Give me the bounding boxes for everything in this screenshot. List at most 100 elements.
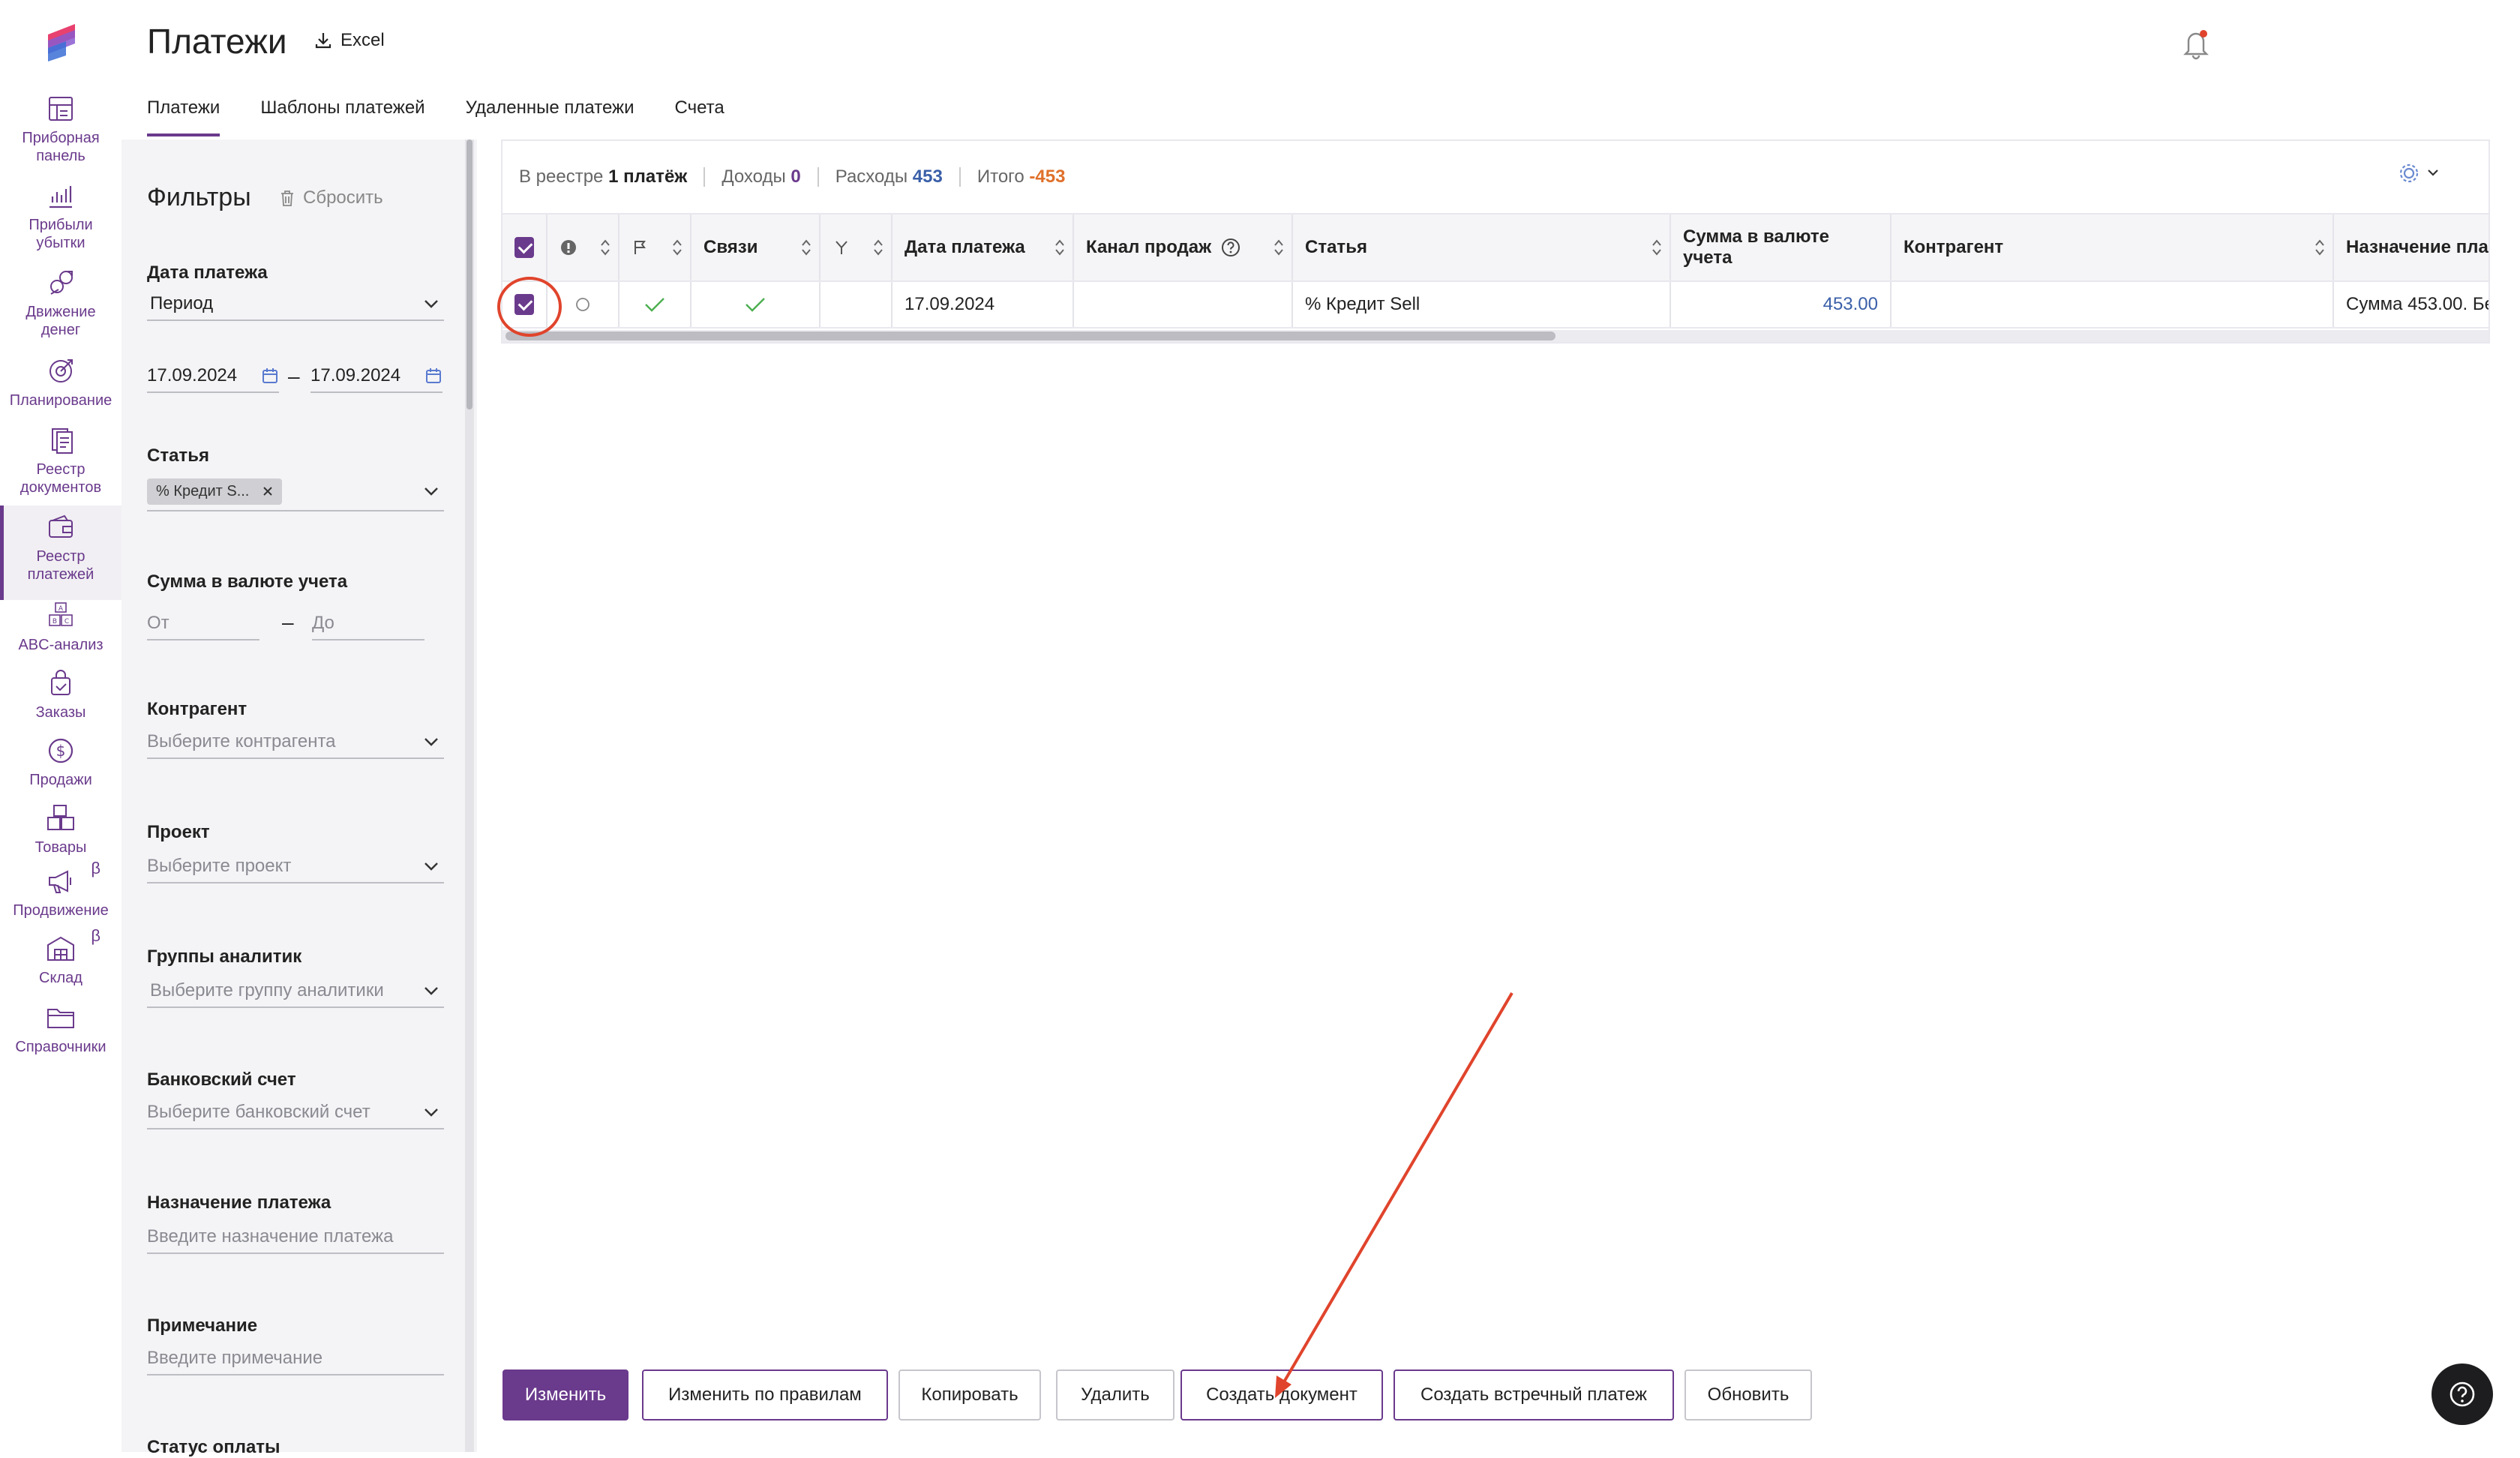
- sort-icon: [1274, 239, 1283, 256]
- bell-icon[interactable]: [2181, 27, 2211, 60]
- close-icon[interactable]: [262, 486, 273, 496]
- flag-icon: [634, 241, 646, 254]
- table-row[interactable]: 17.09.2024 % Кредит Sell 453.00 Сумма 45…: [502, 282, 2488, 328]
- sidebar-item-wallet[interactable]: Реестр платежей: [0, 506, 122, 600]
- split-col-header[interactable]: [820, 214, 892, 280]
- sort-icon: [802, 239, 811, 256]
- tab-payments[interactable]: Платежи: [147, 98, 220, 136]
- channel-col-header[interactable]: Канал продаж: [1074, 214, 1293, 280]
- analytics-placeholder: Выберите группу аналитики: [150, 980, 384, 1000]
- select-all-checkbox[interactable]: [514, 237, 534, 258]
- date-from-value: 17.09.2024: [147, 365, 238, 386]
- period-value: Период: [150, 293, 214, 314]
- row-article-cell: % Кредит Sell: [1293, 282, 1671, 327]
- amount-col-header[interactable]: Сумма в валюте учета: [1671, 214, 1892, 280]
- amount-to-input[interactable]: До: [312, 608, 424, 640]
- bag-icon: [51, 670, 70, 695]
- note-placeholder: Введите примечание: [147, 1348, 323, 1368]
- chevron-down-icon: [424, 862, 438, 871]
- date-from-field[interactable]: 17.09.2024: [147, 360, 279, 393]
- edit-by-rules-button[interactable]: Изменить по правилам: [642, 1370, 888, 1420]
- date-to-field[interactable]: 17.09.2024: [310, 360, 442, 393]
- reset-filters-button[interactable]: Сбросить: [279, 188, 383, 208]
- check-icon: [645, 298, 664, 312]
- delete-button[interactable]: Удалить: [1056, 1370, 1174, 1420]
- date-col-header[interactable]: Дата платежа: [892, 214, 1074, 280]
- sidebar-item-label-2: платежей: [27, 566, 94, 583]
- total-value: -453: [1029, 166, 1066, 187]
- sidebar-item-folder[interactable]: Справочники: [0, 1002, 122, 1055]
- side-nav: Приборная панель Прибыли убытки Движение дене…: [0, 0, 122, 1452]
- flag-col-header[interactable]: [620, 214, 692, 280]
- purpose-input[interactable]: Введите назначение платежа: [147, 1221, 444, 1254]
- project-select[interactable]: Выберите проект: [147, 850, 444, 884]
- sort-icon: [1652, 239, 1661, 256]
- create-document-button[interactable]: Создать документ: [1180, 1370, 1383, 1420]
- tab-invoices[interactable]: Счета: [675, 98, 724, 136]
- note-input[interactable]: Введите примечание: [147, 1342, 444, 1376]
- sidebar-item-money-flow[interactable]: Движение денег: [0, 267, 122, 339]
- help-icon: [2450, 1382, 2475, 1407]
- copy-button[interactable]: Копировать: [898, 1370, 1041, 1420]
- income-label: Доходы: [722, 166, 786, 187]
- refresh-button[interactable]: Обновить: [1684, 1370, 1812, 1420]
- table-settings-button[interactable]: [2398, 162, 2442, 190]
- help-button[interactable]: [2432, 1364, 2493, 1425]
- sidebar-item-target[interactable]: Планирование: [0, 356, 122, 409]
- article-select[interactable]: % Кредит S...: [147, 472, 444, 512]
- expense-label: Расходы: [835, 166, 908, 187]
- counterparty-placeholder: Выберите контрагента: [147, 731, 336, 752]
- app-logo[interactable]: [44, 21, 80, 63]
- amount-from-input[interactable]: От: [147, 608, 260, 640]
- sidebar-item-warehouse[interactable]: Склад β: [0, 927, 122, 987]
- row-split-cell: [820, 282, 892, 327]
- sidebar-item-megaphone[interactable]: Продвижение β: [0, 860, 122, 920]
- status-col-header[interactable]: [548, 214, 620, 280]
- sidebar-item-dollar[interactable]: $ Продажи: [0, 735, 122, 788]
- sidebar-item-label-2: панель: [36, 148, 86, 164]
- payment-status-label: Статус оплаты: [147, 1437, 280, 1457]
- sidebar-item-boxes[interactable]: Товары: [0, 802, 122, 856]
- sort-icon: [673, 239, 682, 256]
- counterparty-label: Контрагент: [147, 699, 248, 719]
- period-select[interactable]: Период: [147, 288, 444, 321]
- radio-icon[interactable]: [574, 296, 591, 313]
- folder-icon: [47, 1009, 74, 1028]
- edit-button[interactable]: Изменить: [502, 1370, 628, 1420]
- counterparty-col-header[interactable]: Контрагент: [1892, 214, 2334, 280]
- table-horizontal-scrollbar[interactable]: [502, 330, 2488, 342]
- svg-text:B: B: [52, 618, 57, 626]
- links-col-header[interactable]: Связи: [692, 214, 820, 280]
- sort-icon: [601, 239, 610, 256]
- calendar-icon: [426, 368, 441, 383]
- expense-value: 453: [912, 166, 943, 187]
- filters-panel: [122, 140, 477, 1452]
- filters-scrollbar[interactable]: [465, 140, 474, 1452]
- sidebar-item-documents[interactable]: Реестр документов: [0, 424, 122, 496]
- bank-account-select[interactable]: Выберите банковский счет: [147, 1096, 444, 1130]
- tab-payment-templates[interactable]: Шаблоны платежей: [260, 98, 424, 136]
- article-label: Статья: [147, 446, 209, 466]
- row-flag-cell: [620, 282, 692, 327]
- counterparty-select[interactable]: Выберите контрагента: [147, 726, 444, 759]
- row-checkbox[interactable]: [514, 294, 534, 315]
- sidebar-item-label: ABC-анализ: [18, 637, 104, 653]
- excel-export-button[interactable]: Excel: [314, 30, 385, 51]
- note-label: Примечание: [147, 1316, 258, 1336]
- sidebar-item-bag[interactable]: Заказы: [0, 668, 122, 721]
- tab-deleted-payments[interactable]: Удаленные платежи: [466, 98, 634, 136]
- sidebar-item-profit-chart[interactable]: Прибыли убытки: [0, 180, 122, 252]
- sidebar-item-label: Планирование: [9, 392, 112, 409]
- article-col-header[interactable]: Статья: [1293, 214, 1671, 280]
- row-channel-cell: [1074, 282, 1293, 327]
- sidebar-item-abc[interactable]: A B C ABC-анализ: [0, 600, 122, 653]
- gear-icon: [2399, 164, 2438, 183]
- sidebar-item-dashboard[interactable]: Приборная панель: [0, 93, 122, 165]
- create-counter-payment-button[interactable]: Создать встречный платеж: [1394, 1370, 1674, 1420]
- purpose-col-header[interactable]: Назначение плате: [2334, 214, 2488, 280]
- sidebar-item-label-2: документов: [20, 479, 102, 496]
- payments-table: В реестре 1 платёж Доходы 0 Расходы 453 …: [501, 140, 2490, 344]
- purpose-label: Назначение платежа: [147, 1192, 332, 1213]
- analytics-select[interactable]: Выберите группу аналитики: [147, 975, 444, 1008]
- help-circle-icon[interactable]: [1220, 237, 1241, 258]
